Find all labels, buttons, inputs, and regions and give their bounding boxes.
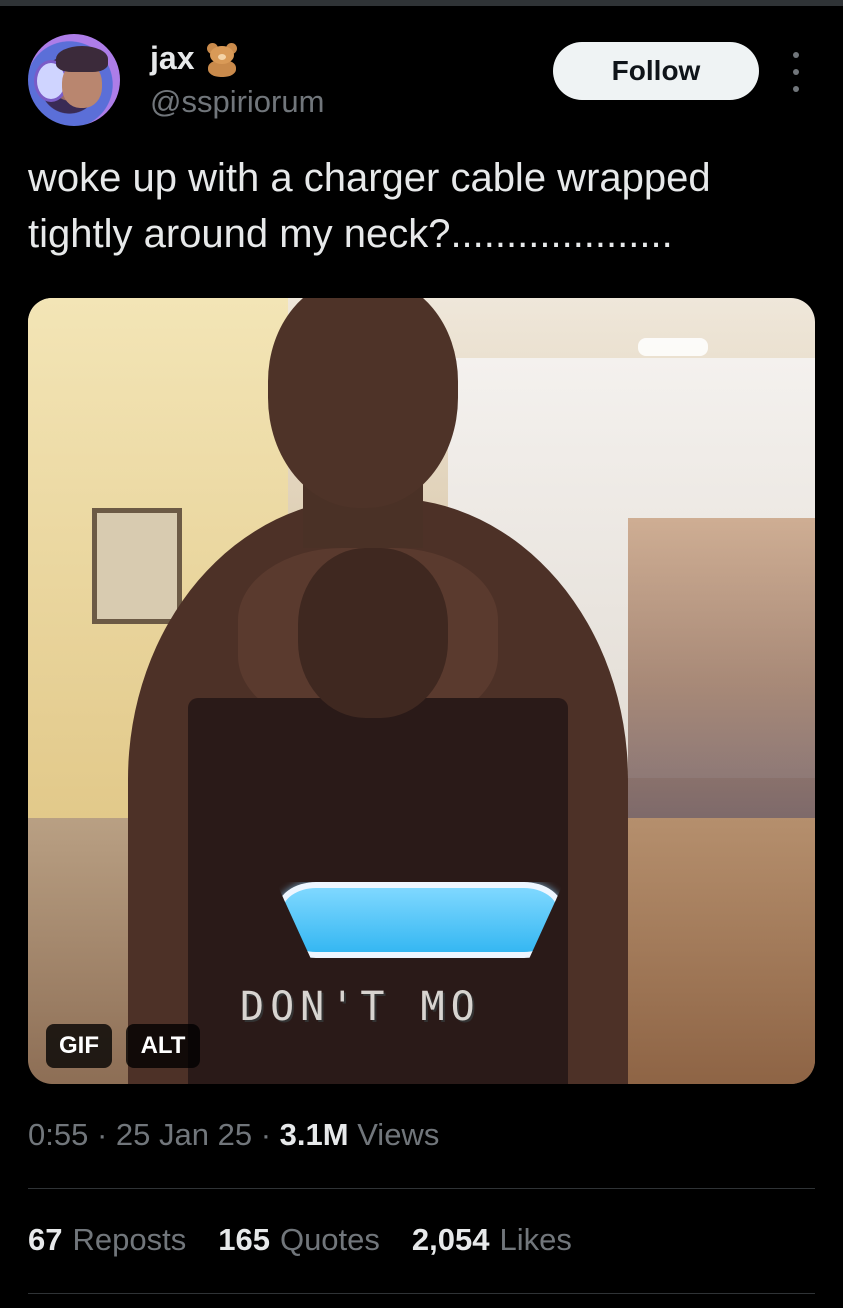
gif-badge: GIF: [46, 1024, 112, 1068]
quotes-label: Quotes: [279, 1222, 380, 1257]
follow-button[interactable]: Follow: [553, 42, 759, 100]
person-figure: [128, 298, 628, 1084]
display-name-text: jax: [150, 40, 195, 76]
tweet-time[interactable]: 0:55: [28, 1117, 88, 1153]
tweet-meta: 0:55 · 25 Jan 25 · 3.1M Views: [28, 1117, 439, 1153]
teddy-bear-icon: [204, 41, 240, 77]
divider: [28, 1293, 815, 1294]
meta-separator: ·: [252, 1117, 280, 1152]
reposts-label: Reposts: [72, 1222, 187, 1257]
quotes-count: 165: [218, 1222, 270, 1257]
divider: [28, 1188, 815, 1189]
tweet-media-gif[interactable]: DON'T MO GIF ALT: [28, 298, 815, 1084]
user-handle[interactable]: @sspiriorum: [150, 84, 324, 120]
engagement-stats: 67 Reposts 165 Quotes 2,054 Likes: [28, 1222, 572, 1258]
meta-separator: ·: [88, 1117, 116, 1152]
ceiling-light: [638, 338, 708, 356]
likes-label: Likes: [499, 1222, 572, 1257]
likes-count: 2,054: [411, 1222, 490, 1257]
quotes-stat[interactable]: 165 Quotes: [218, 1222, 380, 1258]
avatar-hair: [56, 46, 108, 72]
tweet-date[interactable]: 25 Jan 25: [116, 1117, 252, 1153]
more-dots-icon[interactable]: [784, 52, 808, 92]
alt-text-button[interactable]: ALT: [126, 1024, 200, 1068]
views-count: 3.1M: [279, 1117, 349, 1152]
reposts-count: 67: [28, 1222, 63, 1257]
gif-caption-overlay: DON'T MO: [240, 984, 481, 1030]
controller-light-bar: [276, 882, 564, 958]
clothing-rack: [628, 518, 815, 848]
tweet-detail-page: jax @sspiriorum Follow woke up with a ch…: [0, 0, 843, 1308]
reposts-stat[interactable]: 67 Reposts: [28, 1222, 186, 1258]
display-name[interactable]: jax: [150, 40, 240, 77]
top-divider: [0, 0, 843, 6]
avatar[interactable]: [28, 34, 120, 126]
likes-stat[interactable]: 2,054 Likes: [412, 1222, 572, 1258]
views-label: Views: [357, 1117, 440, 1152]
tweet-text: woke up with a charger cable wrapped tig…: [28, 156, 711, 256]
